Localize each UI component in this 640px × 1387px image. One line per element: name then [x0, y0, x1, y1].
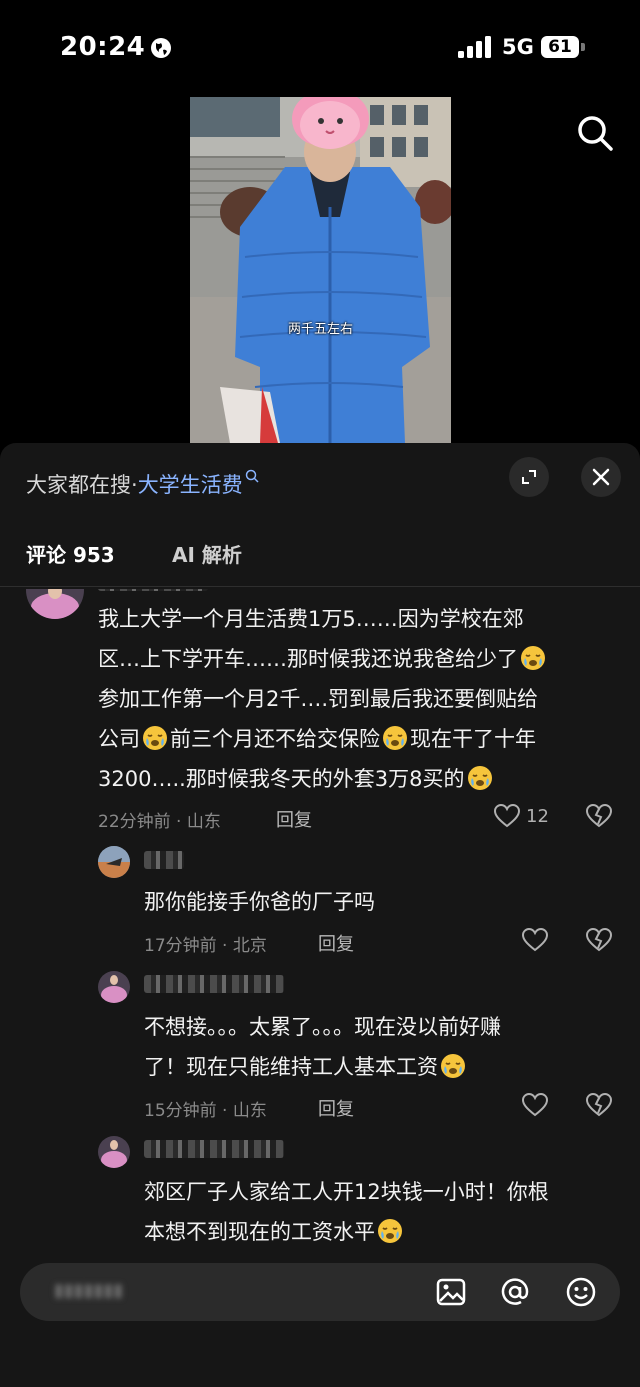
broken-heart-icon[interactable]	[586, 1093, 612, 1117]
video-caption: 两千五左右	[287, 322, 353, 337]
comment-line: 本想不到现在的工资水平	[144, 1212, 614, 1252]
avatar[interactable]	[26, 589, 84, 619]
comment-input-bar[interactable]: ▮▮▮▮▮▮▮	[20, 1263, 620, 1321]
comment-time: 17分钟前	[144, 936, 217, 956]
comment-input-placeholder: ▮▮▮▮▮▮▮	[54, 1280, 124, 1301]
battery-indicator: 61	[541, 36, 579, 58]
comment-meta: 15分钟前 · 山东	[144, 1101, 267, 1121]
comment-line: 公司 前三个月还不给交保险 现在干了十年	[98, 719, 608, 759]
battery-nub	[581, 43, 585, 51]
comment-line-text: 前三个月还不给交保险	[170, 727, 380, 751]
comment-time: 15分钟前	[144, 1101, 217, 1121]
close-icon	[592, 468, 610, 486]
globe-icon	[151, 38, 171, 58]
trending-keyword[interactable]: 大学生活费	[138, 473, 243, 497]
small-search-icon	[245, 469, 259, 483]
mention-icon[interactable]	[499, 1276, 531, 1308]
username-blurred	[144, 975, 284, 993]
reply-button[interactable]: 回复	[318, 1095, 354, 1121]
avatar[interactable]	[98, 846, 130, 878]
close-button[interactable]	[581, 457, 621, 497]
comment-line-text: 公司	[98, 727, 140, 751]
comment-line: 不想接。。。太累了。。。现在没以前好赚	[144, 1015, 501, 1039]
crying-face-emoji-icon	[378, 1219, 402, 1243]
search-icon[interactable]	[576, 114, 614, 152]
status-bar: 20:24 5G 61	[0, 0, 640, 90]
broken-heart-icon[interactable]	[586, 804, 612, 828]
tab-ai-analysis[interactable]: AI 解析	[172, 539, 242, 568]
comment-line: 郊区厂子人家给工人开12块钱一小时！你根	[144, 1180, 549, 1204]
comment-line: 参加工作第一个月2千….罚到最后我还要倒贴给	[98, 687, 539, 711]
video-frame	[190, 97, 451, 443]
trending-search[interactable]: 大家都在搜·大学生活费	[26, 469, 259, 499]
crying-face-emoji-icon	[143, 726, 167, 750]
video-player[interactable]: 两千五左右	[190, 97, 451, 443]
comment-sheet: 大家都在搜·大学生活费 评论 953 AI 解析 我上大学一个月生活费1万5………	[0, 443, 640, 1387]
comment-text: 我上大学一个月生活费1万5……因为学校在郊 区…上下学开车……那时候我还说我爸给…	[98, 599, 608, 799]
comment-text: 那你能接手你爸的厂子吗	[144, 890, 375, 914]
comment-line-text: 现在干了十年	[410, 727, 536, 751]
expand-button[interactable]	[509, 457, 549, 497]
comment-line-text: 区…上下学开车……那时候我还说我爸给少了	[98, 647, 518, 671]
home-indicator-area	[0, 1341, 640, 1387]
comment-line-text: 3200…..那时候我冬天的外套3万8买的	[98, 767, 465, 791]
comment-text: 不想接。。。太累了。。。现在没以前好赚 了！现在只能维持工人基本工资	[144, 1007, 614, 1087]
comment-line: 了！现在只能维持工人基本工资	[144, 1047, 614, 1087]
network-type: 5G	[502, 35, 534, 59]
username-blurred	[144, 851, 184, 869]
clock: 20:24	[60, 32, 146, 62]
comment-location: 北京	[232, 936, 267, 956]
comment-line-text: 本想不到现在的工资水平	[144, 1220, 375, 1244]
comment-location: 山东	[186, 812, 221, 832]
reply-button[interactable]: 回复	[318, 930, 354, 956]
comment-meta: 22分钟前 · 山东	[98, 812, 221, 832]
comment-line-text: 了！现在只能维持工人基本工资	[144, 1055, 438, 1079]
heart-outline-icon[interactable]	[522, 1093, 548, 1117]
username-blurred	[98, 589, 208, 591]
comment-line: 区…上下学开车……那时候我还说我爸给少了	[98, 639, 608, 679]
comment-line: 我上大学一个月生活费1万5……因为学校在郊	[98, 607, 524, 631]
reply-button[interactable]: 回复	[276, 806, 312, 832]
broken-heart-icon[interactable]	[586, 928, 612, 952]
crying-face-emoji-icon	[467, 766, 492, 790]
comment-list[interactable]: 我上大学一个月生活费1万5……因为学校在郊 区…上下学开车……那时候我还说我爸给…	[0, 589, 640, 1253]
crying-face-emoji-icon	[383, 726, 407, 750]
heart-outline-icon[interactable]	[494, 804, 520, 828]
avatar[interactable]	[98, 1136, 130, 1168]
comment-meta: 17分钟前 · 北京	[144, 936, 267, 956]
crying-face-emoji-icon	[521, 646, 545, 670]
signal-icon	[458, 36, 491, 58]
tab-comments[interactable]: 评论 953	[26, 539, 115, 568]
image-icon[interactable]	[435, 1276, 467, 1308]
comment-location: 山东	[232, 1101, 267, 1121]
comment-tabs: 评论 953 AI 解析	[0, 539, 640, 587]
heart-outline-icon[interactable]	[522, 928, 548, 952]
like-count: 12	[526, 806, 549, 827]
comment-line: 3200…..那时候我冬天的外套3万8买的	[98, 759, 608, 799]
comment-time: 22分钟前	[98, 812, 171, 832]
username-blurred	[144, 1140, 284, 1158]
crying-face-emoji-icon	[441, 1054, 465, 1078]
expand-icon	[522, 470, 536, 484]
avatar[interactable]	[98, 971, 130, 1003]
emoji-icon[interactable]	[565, 1276, 597, 1308]
comment-text: 郊区厂子人家给工人开12块钱一小时！你根 本想不到现在的工资水平	[144, 1172, 614, 1252]
trending-prefix: 大家都在搜·	[26, 473, 138, 497]
